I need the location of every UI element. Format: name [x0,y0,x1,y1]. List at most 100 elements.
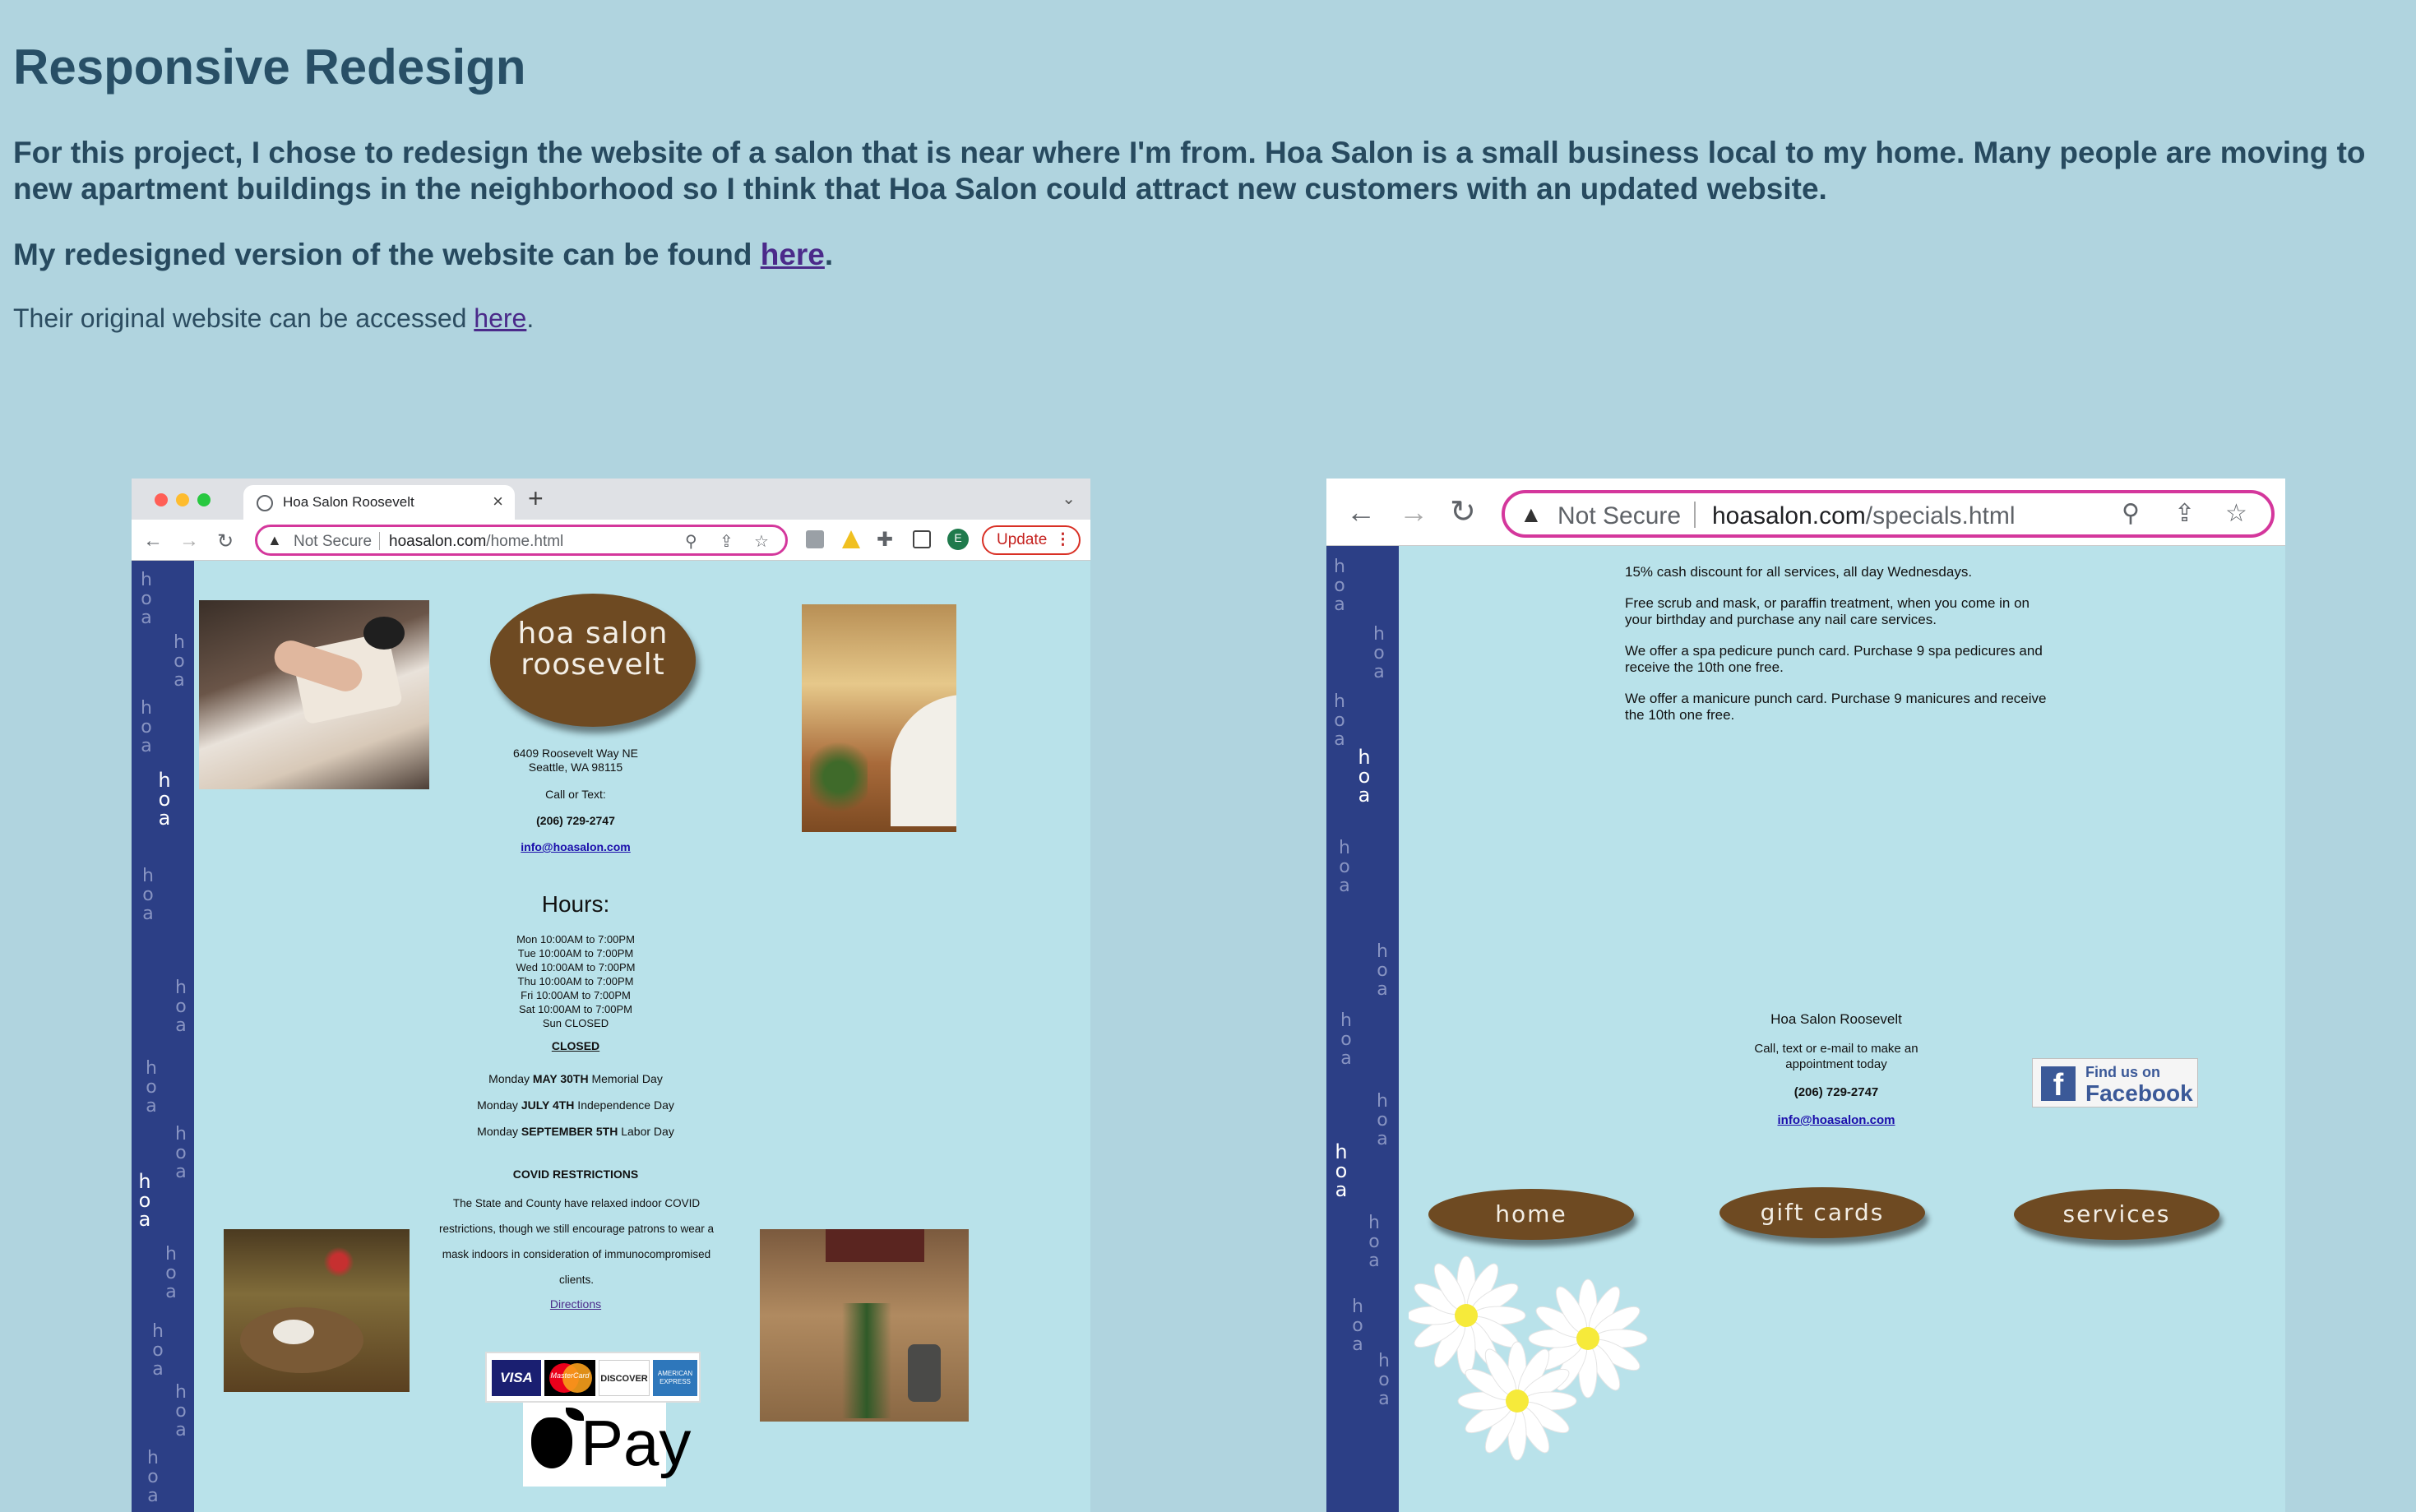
special-item: 15% cash discount for all services, all … [1625,564,1973,580]
redesign-link[interactable]: here [761,238,825,271]
project-description: For this project, I chose to redesign th… [13,136,2366,206]
hours-row: Mon 10:00AM to 7:00PM [516,933,635,946]
address-separator [1694,502,1696,528]
original-link-paragraph: Their original website can be accessed h… [13,303,535,333]
nav-home-button[interactable]: home [1428,1189,1634,1240]
address-bar[interactable]: ▲ Not Secure hoasalon.com/specials.html … [1502,490,2275,538]
hoa-pattern-text: hoa [141,698,152,756]
share-icon[interactable]: ⇪ [720,531,734,552]
hoa-pattern-strip: hoa hoa hoa hoa hoa hoa hoa hoa hoa hoa … [1326,546,1399,1512]
hours-row: Sun CLOSED [542,1017,609,1029]
hoa-pattern-strip: hoa hoa hoa hoa hoa hoa hoa hoa hoa hoa … [132,561,194,1512]
reload-icon[interactable]: ↻ [217,529,234,553]
share-icon[interactable]: ⇪ [2174,499,2195,528]
more-menu-icon[interactable]: ⋮ [1055,527,1071,553]
warning-icon: ▲ [267,532,282,548]
phone-number: (206) 729-2747 [536,814,615,827]
closed-heading: CLOSED [551,1039,600,1052]
tab-close-icon[interactable]: × [493,491,503,512]
email-link[interactable]: info@hoasalon.com [1778,1113,1895,1127]
forward-icon[interactable]: → [179,529,199,553]
close-window-icon[interactable] [155,493,168,506]
hoa-pattern-text: hoa [146,1058,157,1117]
closed-day-row: Monday SEPTEMBER 5TH Labor Day [477,1125,674,1138]
hoa-pattern-text: hoa [175,978,187,1036]
hoa-pattern-text: hoa [152,1321,164,1380]
hoa-pattern-text: hoa [175,1124,187,1182]
tab-title: Hoa Salon Roosevelt [283,494,414,510]
side-panel-icon[interactable] [913,530,931,548]
hoa-salon-logo: hoa salon roosevelt [490,594,696,727]
not-secure-label: Not Secure [1557,502,1682,529]
page-title: Responsive Redesign [13,39,526,95]
url-text: hoasalon.com/home.html [389,533,564,550]
discover-card-icon: DISCOVER [599,1360,650,1396]
amex-card-icon: AMERICAN EXPRESS [653,1360,697,1396]
zoom-icon[interactable]: ⚲ [685,531,697,552]
hoa-pattern-text: hoa [138,1170,151,1231]
hoa-pattern-text: hoa [1339,838,1350,896]
nav-services-button[interactable]: services [2014,1189,2219,1240]
facebook-icon: f [2041,1066,2076,1103]
mastercard-icon: MasterCard [544,1360,595,1396]
extension-icon[interactable] [806,530,824,548]
hoa-pattern-text: hoa [1334,557,1345,615]
address: 6409 Roosevelt Way NE Seattle, WA 98115 [513,747,638,774]
reload-icon[interactable]: ↻ [1450,493,1476,530]
hoa-pattern-text: hoa [158,769,171,830]
closed-day-row: Monday MAY 30TH Memorial Day [488,1072,663,1085]
extension-warning-icon[interactable] [842,530,860,548]
hoa-pattern-text: hoa [1335,1140,1348,1201]
back-icon[interactable]: ← [143,529,163,553]
payment-cards: VISA MasterCard DISCOVER AMERICAN EXPRES… [485,1352,701,1403]
special-item: Free scrub and mask, or paraffin treatme… [1625,595,2030,627]
hoa-pattern-text: hoa [165,1244,177,1302]
email-link[interactable]: info@hoasalon.com [521,840,630,853]
hoa-pattern-text: hoa [1334,691,1345,750]
directions-link[interactable]: Directions [550,1297,601,1311]
original-link[interactable]: here [474,303,526,333]
forward-icon[interactable]: → [1399,495,1428,529]
update-button[interactable]: Update ⋮ [982,525,1081,555]
hours-row: Fri 10:00AM to 7:00PM [521,989,631,1001]
daisy-flower-icon [1409,1255,1526,1376]
url-text: hoasalon.com/specials.html [1712,502,2016,529]
hoa-pattern-text: hoa [1377,941,1388,1000]
bookmark-star-icon[interactable]: ☆ [754,531,769,552]
profile-avatar[interactable]: E [947,529,969,550]
puzzle-extensions-icon[interactable]: ✚ [877,528,893,552]
hoa-pattern-text: hoa [147,1448,159,1506]
nav-gift-cards-button[interactable]: gift cards [1719,1187,1925,1238]
back-icon[interactable]: ← [1346,495,1376,529]
hoa-pattern-text: hoa [174,632,185,691]
warning-icon: ▲ [1520,502,1543,527]
address-separator [379,532,380,550]
facebook-badge[interactable]: f Find us on Facebook [2032,1058,2198,1107]
browser-toolbar: ← → ↻ ▲ Not Secure hoasalon.com/specials… [1326,479,2285,546]
tab-search-chevron-icon[interactable]: ⌄ [1062,488,1076,509]
daisy-flowers-decoration [1409,1255,1648,1461]
visa-card-icon: VISA [492,1360,541,1396]
minimize-window-icon[interactable] [176,493,189,506]
browser-tab-bar: Hoa Salon Roosevelt × + ⌄ [132,479,1090,520]
browser-tab[interactable]: Hoa Salon Roosevelt × [243,485,515,520]
salon-interior-photo [802,604,956,832]
special-item: We offer a spa pedicure punch card. Purc… [1625,643,2043,675]
hoa-pattern-text: hoa [1378,1351,1390,1409]
phone-number: (206) 729-2747 [1793,1085,1879,1099]
apple-pay-logo: Pay [523,1403,691,1487]
salon-name: Hoa Salon Roosevelt [1770,1011,1902,1027]
bookmark-star-icon[interactable]: ☆ [2225,499,2247,528]
sink-photo [224,1229,410,1392]
hours-row: Tue 10:00AM to 7:00PM [517,947,634,959]
new-tab-icon[interactable]: + [528,483,544,514]
directions-link-wrap: Directions [436,1297,715,1311]
original-specials-screenshot: ← → ↻ ▲ Not Secure hoasalon.com/specials… [1326,479,2285,1512]
hours-list: Mon 10:00AM to 7:00PM Tue 10:00AM to 7:00… [436,932,715,1030]
zoom-window-icon[interactable] [197,493,211,506]
manicure-photo [199,600,429,789]
zoom-icon[interactable]: ⚲ [2122,499,2140,528]
address-bar[interactable]: ▲ Not Secure hoasalon.com/home.html ⚲ ⇪ … [255,525,788,556]
hoa-pattern-text: hoa [1352,1297,1363,1355]
original-home-screenshot: Hoa Salon Roosevelt × + ⌄ ← → ↻ ▲ Not Se… [132,479,1090,1512]
